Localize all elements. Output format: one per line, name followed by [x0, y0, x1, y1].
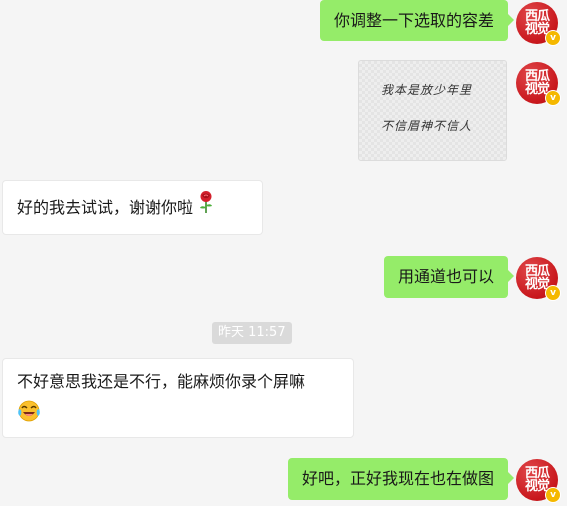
timestamp: 昨天 11:57: [212, 322, 292, 344]
handwriting-line2: 不信眉神不信人: [381, 119, 473, 133]
verified-badge-icon: v: [545, 90, 561, 106]
avatar[interactable]: 西瓜 视觉 v: [516, 257, 561, 301]
verified-badge-icon: v: [545, 487, 561, 503]
chat-window: 你调整一下选取的容差 西瓜 视觉 v 我本是放少年里 不信眉神不信人 西瓜 视觉…: [0, 0, 567, 506]
handwriting-line1: 我本是放少年里: [381, 83, 473, 97]
message-bubble-outgoing[interactable]: 好吧，正好我现在也在做图: [287, 458, 515, 500]
message-bubble-incoming[interactable]: 不好意思我还是不行，能麻烦你录个屏嘛: [2, 358, 354, 438]
message-bubble-outgoing[interactable]: 你调整一下选取的容差: [319, 0, 515, 41]
message-text: 好的我去试试，谢谢你啦: [17, 198, 194, 217]
avatar[interactable]: 西瓜 视觉 v: [516, 62, 561, 106]
rose-icon: [197, 182, 215, 235]
image-message[interactable]: 我本是放少年里 不信眉神不信人: [358, 60, 507, 161]
message-text: 不好意思我还是不行，能麻烦你录个屏嘛: [17, 372, 306, 391]
tears-of-joy-icon: [17, 399, 41, 431]
message-bubble-outgoing[interactable]: 用通道也可以: [383, 256, 515, 298]
verified-badge-icon: v: [545, 30, 561, 46]
avatar[interactable]: 西瓜 视觉 v: [516, 459, 561, 503]
verified-badge-icon: v: [545, 285, 561, 301]
message-bubble-incoming[interactable]: 好的我去试试，谢谢你啦: [2, 180, 263, 235]
avatar[interactable]: 西瓜 视觉 v: [516, 2, 561, 46]
